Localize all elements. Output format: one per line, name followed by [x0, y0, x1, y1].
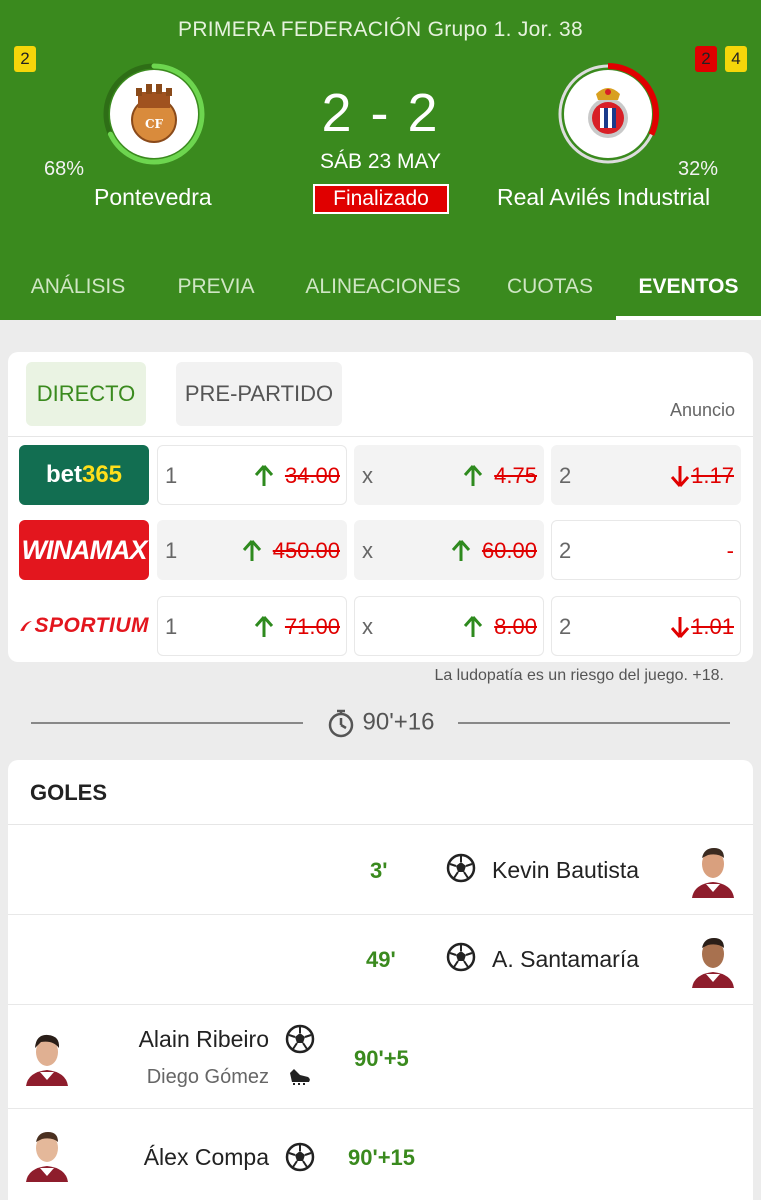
goal-minute: 3': [370, 858, 388, 883]
tab-eventos[interactable]: EVENTOS: [616, 262, 761, 320]
arrow-down-icon: [670, 617, 690, 638]
arrow-up-icon: [242, 540, 262, 561]
match-score: 2 - 2: [321, 83, 440, 143]
odd-value: -: [726, 538, 734, 563]
odd-label: 2: [559, 463, 572, 488]
odd-draw[interactable]: x 4.75: [354, 445, 544, 505]
goal-minute: 90'+5: [354, 1046, 409, 1071]
row-divider: [8, 1004, 753, 1005]
tab-cuotas[interactable]: CUOTAS: [494, 262, 606, 320]
goals-card: GOLES 3' Kevin Bautista 49' A. Santamarí…: [8, 760, 753, 1200]
ad-label: Anuncio: [669, 400, 735, 420]
goal-minute: 49': [366, 947, 396, 972]
goal-scorer[interactable]: Kevin Bautista: [492, 857, 639, 884]
home-team-name[interactable]: Pontevedra: [94, 184, 212, 211]
divider: [8, 824, 753, 825]
odd-away[interactable]: 2 1.01: [551, 596, 741, 656]
football-icon: [285, 1024, 315, 1054]
goal-scorer[interactable]: Alain Ribeiro: [139, 1026, 269, 1053]
arrow-down-icon: [670, 466, 690, 487]
row-divider: [8, 1108, 753, 1109]
odd-draw[interactable]: x 60.00: [354, 520, 544, 580]
odd-value: 34.00: [284, 463, 340, 488]
odd-label: 1: [165, 538, 178, 563]
sportium-swoosh-icon: [20, 621, 32, 631]
goals-title: GOLES: [30, 780, 108, 805]
odd-value: 1.17: [691, 463, 734, 488]
goal-assist[interactable]: Diego Gómez: [147, 1066, 269, 1089]
odd-away[interactable]: 2 -: [551, 520, 741, 580]
odd-value: 4.75: [494, 463, 537, 488]
odd-label: x: [362, 538, 373, 563]
bet365-logo-text-a: bet: [45, 461, 82, 488]
match-status-badge: Finalizado: [313, 184, 449, 214]
odd-label: 2: [559, 614, 572, 639]
timeline-time-label: 90'+16: [362, 708, 435, 736]
away-team-name[interactable]: Real Avilés Industrial: [497, 184, 710, 211]
arrow-up-icon: [463, 465, 483, 486]
away-yellow-card-count: 4: [725, 46, 747, 72]
player-avatar[interactable]: [22, 1030, 72, 1086]
odd-away[interactable]: 2 1.17: [551, 445, 741, 505]
football-icon: [285, 1142, 315, 1172]
home-yellow-card-count: 2: [14, 46, 36, 72]
odd-home[interactable]: 1 34.00: [157, 445, 347, 505]
sportium-logo-text: SPORTIUM: [34, 614, 149, 637]
player-avatar[interactable]: [688, 932, 738, 988]
goal-scorer[interactable]: A. Santamaría: [492, 946, 639, 973]
arrow-up-icon: [254, 616, 274, 637]
bookmaker-row-sportium: SPORTIUM 1 71.00 x 8.00 2 1.01: [8, 596, 753, 656]
goal-minute: 90'+15: [348, 1145, 416, 1170]
competition-title[interactable]: PRIMERA FEDERACIÓN Grupo 1. Jor. 38: [0, 18, 761, 42]
goal-scorer[interactable]: Álex Compa: [144, 1144, 269, 1171]
gambling-disclaimer: La ludopatía es un riesgo del juego. +18…: [434, 667, 724, 684]
tab-previa[interactable]: PREVIA: [164, 262, 268, 320]
active-tab-indicator: [616, 316, 761, 320]
football-icon: [446, 942, 476, 972]
match-tabs: ANÁLISIS PREVIA ALINEACIONES CUOTAS EVEN…: [0, 262, 761, 320]
player-avatar[interactable]: [22, 1126, 72, 1182]
arrow-up-icon: [451, 540, 471, 561]
timeline-time: 90'+16: [0, 708, 761, 738]
match-date: SÁB 23 MAY: [320, 150, 441, 173]
winamax-logo[interactable]: WINAMAX: [19, 520, 149, 580]
odd-value: 1.01: [691, 614, 734, 639]
odd-label: 1: [165, 614, 178, 639]
arrow-up-icon: [463, 616, 483, 637]
sportium-logo[interactable]: SPORTIUM: [19, 596, 149, 656]
divider: [8, 436, 753, 437]
odds-card: DIRECTO PRE-PARTIDO Anuncio bet 365 1 34.…: [8, 352, 753, 662]
odd-value: 60.00: [481, 538, 537, 563]
away-red-card-count: 2: [695, 46, 717, 72]
tab-alineaciones[interactable]: ALINEACIONES: [296, 262, 470, 320]
bet365-logo-text-b: 365: [81, 461, 123, 488]
odd-value: 8.00: [494, 614, 537, 639]
stopwatch-icon: [328, 709, 353, 738]
odd-value: 71.00: [284, 614, 340, 639]
odd-label: x: [362, 463, 373, 488]
assist-boot-icon: [290, 1069, 310, 1085]
player-avatar[interactable]: [688, 842, 738, 898]
tab-eventos-label: EVENTOS: [638, 275, 739, 298]
arrow-up-icon: [254, 465, 274, 486]
odd-home[interactable]: 1 71.00: [157, 596, 347, 656]
bookmaker-row-bet365: bet 365 1 34.00 x 4.75 2 1.17: [8, 445, 753, 505]
odd-label: x: [362, 614, 373, 639]
row-divider: [8, 914, 753, 915]
match-header: PRIMERA FEDERACIÓN Grupo 1. Jor. 38 2 2 …: [0, 0, 761, 320]
odd-value: 450.00: [272, 538, 340, 563]
bookmaker-row-winamax: WINAMAX 1 450.00 x 60.00 2 -: [8, 520, 753, 580]
odd-label: 1: [165, 463, 178, 488]
segment-pre-partido[interactable]: PRE-PARTIDO: [176, 362, 342, 426]
tab-analisis[interactable]: ANÁLISIS: [14, 262, 142, 320]
odd-home[interactable]: 1 450.00: [157, 520, 347, 580]
segment-directo[interactable]: DIRECTO: [26, 362, 146, 426]
odd-label: 2: [559, 538, 572, 563]
odd-draw[interactable]: x 8.00: [354, 596, 544, 656]
football-icon: [446, 853, 476, 883]
bet365-logo[interactable]: bet 365: [19, 445, 149, 505]
